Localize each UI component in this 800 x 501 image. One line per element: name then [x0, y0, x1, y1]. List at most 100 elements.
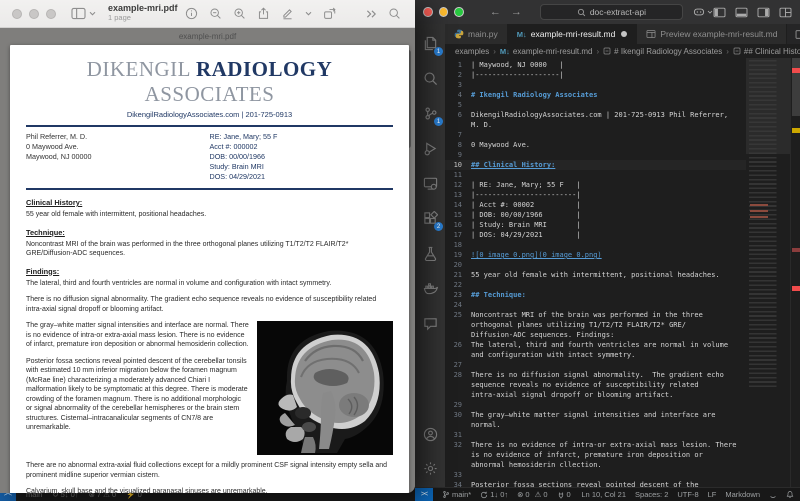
markup-button[interactable]: [281, 7, 294, 20]
code-area[interactable]: 1 | Maywood, NJ 0000 | 2 |--------------…: [445, 58, 746, 487]
scrollbar-thumb[interactable]: [792, 58, 800, 116]
code-line[interactable]: 6 DikengilRadiologyAssociates.com | 201-…: [445, 110, 746, 120]
code-line[interactable]: orthogonal planes utilizing T1/T2/T2 FLA…: [445, 320, 746, 330]
extensions-icon[interactable]: 2: [419, 207, 441, 229]
problems-status[interactable]: ⊗ 0 ⚠ 0: [517, 490, 547, 499]
ports-status[interactable]: 0: [557, 490, 571, 499]
info-button[interactable]: [185, 7, 198, 20]
share-button[interactable]: [257, 7, 270, 20]
code-line[interactable]: 11: [445, 170, 746, 180]
tab-main-py[interactable]: main.py: [445, 24, 508, 44]
indentation[interactable]: Spaces: 2: [635, 490, 668, 499]
code-line[interactable]: 26 The lateral, third and fourth ventric…: [445, 340, 746, 350]
code-line[interactable]: M. D.: [445, 120, 746, 130]
customize-layout-button[interactable]: [779, 7, 792, 18]
code-line[interactable]: 10 ## Clinical History:: [445, 160, 746, 170]
toggle-secondary-sidebar-button[interactable]: [757, 7, 770, 18]
code-line[interactable]: 18: [445, 240, 746, 250]
feedback-icon[interactable]: [769, 491, 777, 499]
code-line[interactable]: 32 There is no evidence of intra-or extr…: [445, 440, 746, 450]
code-line[interactable]: 9: [445, 150, 746, 160]
search-button[interactable]: [388, 7, 401, 20]
code-line[interactable]: 24: [445, 300, 746, 310]
encoding[interactable]: UTF-8: [677, 490, 698, 499]
language-mode[interactable]: Markdown: [725, 490, 760, 499]
editor-scrollbar[interactable]: [790, 58, 800, 487]
code-line[interactable]: 5: [445, 100, 746, 110]
code-line[interactable]: 7: [445, 130, 746, 140]
breadcrumb-file[interactable]: M↓ example-mri-result.md: [500, 47, 593, 56]
code-line[interactable]: 1 | Maywood, NJ 0000 |: [445, 60, 746, 70]
command-center-search[interactable]: doc-extract-api: [540, 4, 683, 20]
toggle-panel-button[interactable]: [735, 7, 748, 18]
code-line[interactable]: 19 ![0_image_0.png](0_image_0.png): [445, 250, 746, 260]
explorer-icon[interactable]: 1: [419, 32, 441, 54]
close-window-button[interactable]: [12, 9, 22, 19]
cursor-position[interactable]: Ln 10, Col 21: [581, 490, 626, 499]
code-line[interactable]: 29: [445, 400, 746, 410]
tab-preview-example-mri-result-md[interactable]: Preview example-mri-result.md: [637, 24, 787, 44]
code-line[interactable]: Diffusion-ADC sequences. Findings:: [445, 330, 746, 340]
chat-icon[interactable]: [419, 312, 441, 334]
navigate-forward-button[interactable]: →: [511, 6, 522, 18]
code-line[interactable]: 16 | Study: Brain MRI |: [445, 220, 746, 230]
code-line[interactable]: 3: [445, 80, 746, 90]
accounts-icon[interactable]: [419, 423, 441, 445]
copilot-menu-button[interactable]: [693, 7, 713, 17]
rotate-button[interactable]: [323, 7, 336, 20]
code-line[interactable]: 14 | Acct #: 00002 |: [445, 200, 746, 210]
minimize-window-button[interactable]: [439, 7, 449, 17]
code-line[interactable]: 30 The gray–white matter signal intensit…: [445, 410, 746, 420]
code-line[interactable]: 22: [445, 280, 746, 290]
breadcrumb-folder[interactable]: examples: [455, 47, 489, 56]
tab-example-mri-result-md[interactable]: M↓ example-mri-result.md: [508, 24, 638, 44]
search-icon[interactable]: [419, 67, 441, 89]
breadcrumb-symbol-h2[interactable]: ## Clinical History:: [733, 47, 800, 56]
code-line[interactable]: 4 # Ikengil Radiology Associates: [445, 90, 746, 100]
code-line[interactable]: 31: [445, 430, 746, 440]
code-line[interactable]: 34 Posterior fossa sections reveal point…: [445, 480, 746, 487]
settings-gear-icon[interactable]: [419, 457, 441, 479]
remote-indicator[interactable]: ><: [415, 488, 433, 501]
docker-icon[interactable]: [419, 277, 441, 299]
sidebar-toggle-button[interactable]: [71, 7, 96, 20]
code-line[interactable]: 27: [445, 360, 746, 370]
sync-status[interactable]: 1↓ 0↑: [480, 490, 508, 499]
code-line[interactable]: 28 There is no diffusion signal abnormal…: [445, 370, 746, 380]
code-line[interactable]: 21 55 year old female with intermittent,…: [445, 270, 746, 280]
code-line[interactable]: 17 | DOS: 04/29/2021 |: [445, 230, 746, 240]
toggle-primary-sidebar-button[interactable]: [713, 7, 726, 18]
code-line[interactable]: normal.: [445, 420, 746, 430]
zoom-out-button[interactable]: [209, 7, 222, 20]
code-line[interactable]: abnormal hemosiderin cllection.: [445, 460, 746, 470]
code-line[interactable]: 33: [445, 470, 746, 480]
code-line[interactable]: 15 | DOB: 00/00/1966 |: [445, 210, 746, 220]
remote-explorer-icon[interactable]: [419, 172, 441, 194]
code-line[interactable]: 8 0 Maywood Ave.: [445, 140, 746, 150]
code-line[interactable]: 12 | RE: Jane, Mary; 55 F |: [445, 180, 746, 190]
code-line[interactable]: 23 ## Technique:: [445, 290, 746, 300]
navigate-back-button[interactable]: ←: [490, 6, 501, 18]
code-line[interactable]: 13 |------------------------|: [445, 190, 746, 200]
code-line[interactable]: 25 Noncontrast MRI of the brain was perf…: [445, 310, 746, 320]
code-line[interactable]: 2 |--------------------|: [445, 70, 746, 80]
source-control-icon[interactable]: 1: [419, 102, 441, 124]
eol-sequence[interactable]: LF: [708, 490, 717, 499]
close-window-button[interactable]: [423, 7, 433, 17]
zoom-window-button[interactable]: [454, 7, 464, 17]
zoom-in-button[interactable]: [233, 7, 246, 20]
open-changes-icon[interactable]: [795, 29, 800, 40]
testing-icon[interactable]: [419, 242, 441, 264]
code-line[interactable]: is no evidence of infarct, premature iro…: [445, 450, 746, 460]
run-and-debug-icon[interactable]: [419, 137, 441, 159]
code-line[interactable]: sequence reveals no evidence of suscepti…: [445, 380, 746, 390]
notifications-bell-icon[interactable]: [786, 490, 794, 499]
breadcrumb-symbol-h1[interactable]: # Ikengil Radiology Associates: [603, 47, 722, 56]
code-line[interactable]: intra-axial signal dropoff or blooming a…: [445, 390, 746, 400]
markup-chevron-button[interactable]: [305, 11, 312, 16]
zoom-window-button[interactable]: [46, 9, 56, 19]
minimap[interactable]: [746, 58, 790, 487]
minimize-window-button[interactable]: [29, 9, 39, 19]
more-toolbar-items-button[interactable]: [366, 9, 377, 19]
branch-status[interactable]: main*: [442, 490, 471, 499]
